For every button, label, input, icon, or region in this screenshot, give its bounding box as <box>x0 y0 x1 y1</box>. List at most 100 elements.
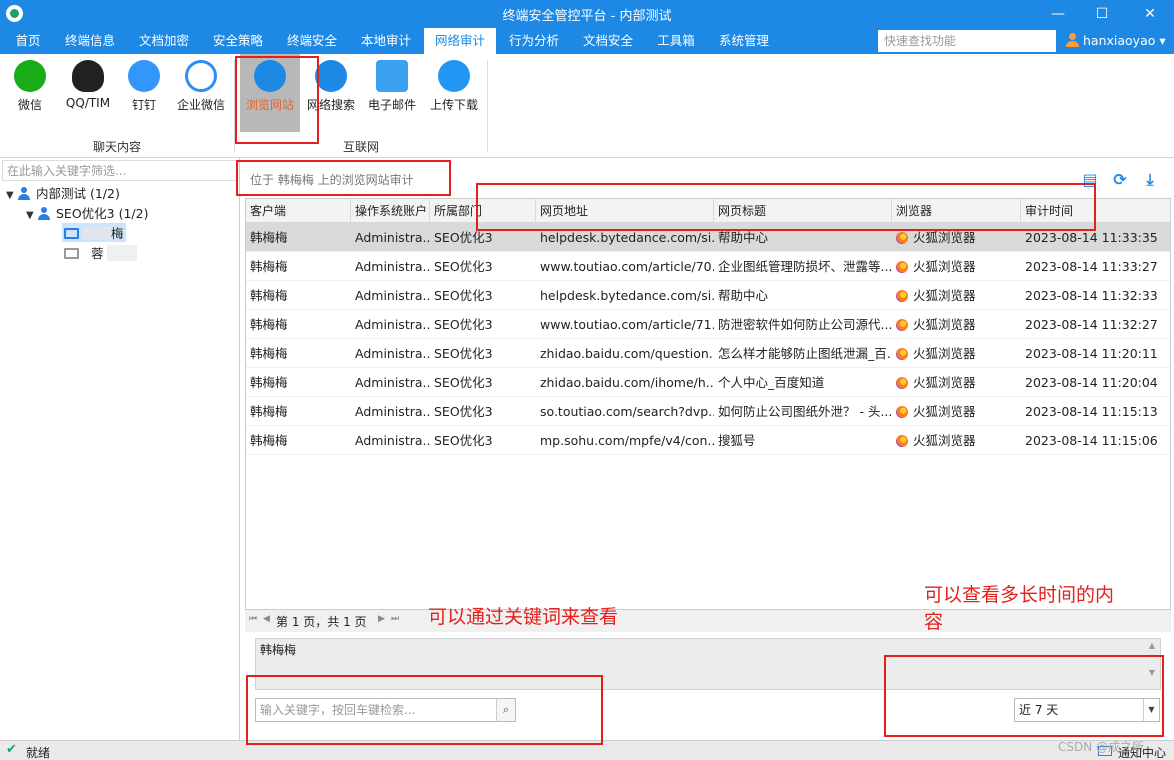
menu-system-admin[interactable]: 系统管理 <box>708 28 780 54</box>
table-row[interactable]: 韩梅梅 Administra... SEO优化3 www.toutiao.com/ar… <box>246 310 1170 339</box>
menu-terminal-security[interactable]: 终端安全 <box>276 28 348 54</box>
cell-audit-time: 2023-08-14 11:15:13 <box>1021 397 1170 426</box>
annotation-box-location <box>236 160 451 196</box>
cell-department: SEO优化3 <box>430 339 536 368</box>
cell-client-text: 韩梅梅 <box>250 404 288 419</box>
next-page-icon[interactable]: ▶ <box>378 614 385 624</box>
wechat-button[interactable]: 微信 <box>10 54 50 132</box>
cell-client-text: 韩梅梅 <box>250 375 288 390</box>
cell-os-account: Administra... <box>351 223 430 252</box>
cell-client: 韩梅梅 <box>246 310 351 339</box>
cell-department: SEO优化3 <box>430 368 536 397</box>
export-download-icon[interactable]: ⤓ <box>1141 171 1159 189</box>
dingtalk-button[interactable]: 钉钉 <box>124 54 164 132</box>
quick-search-input[interactable]: 快速查找功能 <box>878 30 1056 52</box>
expand-arrow-icon[interactable]: ▼ <box>6 190 18 201</box>
menu-toolbox[interactable]: 工具箱 <box>646 28 706 54</box>
menu-doc-security[interactable]: 文档安全 <box>572 28 644 54</box>
dingtalk-label: 钉钉 <box>131 98 156 112</box>
table-row[interactable]: 韩梅梅 Administra... SEO优化3 www.toutiao.com/ar… <box>246 252 1170 281</box>
table-row[interactable]: 韩梅梅 Administra... SEO优化3 zhidao.baidu.com/q… <box>246 339 1170 368</box>
cell-client: 韩梅梅 <box>246 252 351 281</box>
cell-department: SEO优化3 <box>430 426 536 455</box>
cell-url-text: so.toutiao.com/search?dvp... <box>540 404 714 419</box>
qq-tim-button[interactable]: QQ/TIM <box>60 54 116 132</box>
table-row[interactable]: 韩梅梅 Administra... SEO优化3 mp.sohu.com/mpfe/v… <box>246 426 1170 455</box>
ribbon-toolbar: 微信 QQ/TIM 钉钉 企业微信 聊天内容 浏览网站 网络搜索 电子邮件 上传… <box>0 54 1174 158</box>
tree-filter-input[interactable]: 在此输入关键字筛选... <box>2 160 238 181</box>
cell-browser-text: 火狐浏览器 <box>913 317 976 332</box>
cell-page-title: 企业图纸管理防损坏、泄露等... <box>714 252 892 281</box>
cell-audit-time-text: 2023-08-14 11:15:06 <box>1025 433 1158 448</box>
first-page-icon[interactable]: ⏮ <box>249 614 257 624</box>
menu-network-audit[interactable]: 网络审计 <box>424 28 496 54</box>
expand-arrow-icon[interactable]: ▼ <box>26 210 38 221</box>
last-page-icon[interactable]: ⏭ <box>391 614 399 624</box>
cell-client: 韩梅梅 <box>246 397 351 426</box>
cell-department-text: SEO优化3 <box>434 346 493 361</box>
cell-page-title-text: 帮助中心 <box>718 230 769 245</box>
blurred-name <box>107 245 138 261</box>
column-header-client[interactable]: 客户端 <box>246 199 351 223</box>
cell-browser: 火狐浏览器 <box>892 339 1021 368</box>
cell-os-account-text: Administra... <box>355 375 430 390</box>
maximize-button[interactable]: ☐ <box>1089 3 1115 25</box>
cell-os-account: Administra... <box>351 252 430 281</box>
tree-node-seo3[interactable]: ▼ SEO优化3 (1/2) <box>26 203 148 222</box>
pager-bar: ⏮ ◀ 第 1 页，共 1 页 ▶ ⏭ <box>245 610 1171 632</box>
cell-url: www.toutiao.com/article/71... <box>536 310 714 339</box>
wecom-button[interactable]: 企业微信 <box>174 54 228 132</box>
column-header-os-account[interactable]: 操作系统账户 <box>351 199 430 223</box>
cell-audit-time: 2023-08-14 11:20:04 <box>1021 368 1170 397</box>
user-menu[interactable]: hanxiaoyao ▾ <box>1066 33 1166 48</box>
cell-os-account-text: Administra... <box>355 404 430 419</box>
page-info: 第 1 页，共 1 页 <box>276 615 367 629</box>
close-button[interactable]: ✕ <box>1137 3 1163 25</box>
tree-node-label: 梅 <box>110 226 124 241</box>
cell-os-account: Administra... <box>351 426 430 455</box>
title-bar: 终端安全管控平台 - 内部测试 — ☐ ✕ <box>0 0 1174 28</box>
refresh-icon[interactable]: ⟳ <box>1111 171 1129 189</box>
cell-department: SEO优化3 <box>430 281 536 310</box>
email-label: 电子邮件 <box>367 98 416 112</box>
audit-table: 客户端 操作系统账户 所属部门 网页地址 网页标题 浏览器 审计时间 韩梅梅 Ad… <box>245 198 1171 610</box>
cell-browser-text: 火狐浏览器 <box>913 288 976 303</box>
minimize-button[interactable]: — <box>1045 3 1071 25</box>
cell-browser: 火狐浏览器 <box>892 252 1021 281</box>
firefox-icon <box>896 406 908 418</box>
annotation-box-range <box>884 655 1164 737</box>
table-row[interactable]: 韩梅梅 Administra... SEO优化3 helpdesk.bytedance… <box>246 281 1170 310</box>
blurred-name <box>82 227 111 239</box>
cell-department: SEO优化3 <box>430 252 536 281</box>
cell-page-title-text: 帮助中心 <box>718 288 769 303</box>
table-row[interactable]: 韩梅梅 Administra... SEO优化3 so.toutiao.com/sea… <box>246 397 1170 426</box>
cell-browser: 火狐浏览器 <box>892 397 1021 426</box>
table-row[interactable]: 韩梅梅 Administra... SEO优化3 zhidao.baidu.com/i… <box>246 368 1170 397</box>
tree-node-terminal-online[interactable]: 梅 <box>62 223 126 242</box>
tree-node-terminal-offline[interactable]: 蓉 <box>62 243 139 262</box>
upload-download-button[interactable]: 上传下载 <box>426 54 482 132</box>
menu-doc-encrypt[interactable]: 文档加密 <box>128 28 200 54</box>
firefox-icon <box>896 261 908 273</box>
cell-os-account-text: Administra... <box>355 317 430 332</box>
cell-page-title-text: 怎么样才能够防止图纸泄漏_百... <box>718 346 892 361</box>
cell-audit-time-text: 2023-08-14 11:33:27 <box>1025 259 1158 274</box>
cell-page-title-text: 搜狐号 <box>718 433 756 448</box>
cell-url-text: helpdesk.bytedance.com/si... <box>540 230 714 245</box>
cell-url: helpdesk.bytedance.com/si... <box>536 281 714 310</box>
menu-home[interactable]: 首页 <box>4 28 52 54</box>
menu-behavior-analysis[interactable]: 行为分析 <box>498 28 570 54</box>
menu-local-audit[interactable]: 本地审计 <box>350 28 422 54</box>
cell-client: 韩梅梅 <box>246 368 351 397</box>
cell-department-text: SEO优化3 <box>434 433 493 448</box>
menu-terminal-info[interactable]: 终端信息 <box>54 28 126 54</box>
cell-page-title: 搜狐号 <box>714 426 892 455</box>
email-button[interactable]: 电子邮件 <box>364 54 420 132</box>
prev-page-icon[interactable]: ◀ <box>263 614 270 624</box>
menu-security-policy[interactable]: 安全策略 <box>202 28 274 54</box>
tree-node-internal-test[interactable]: ▼ 内部测试 (1/2) <box>6 183 120 202</box>
cell-url: so.toutiao.com/search?dvp... <box>536 397 714 426</box>
wechat-icon <box>14 60 46 92</box>
cloud-transfer-icon <box>438 60 470 92</box>
cell-browser: 火狐浏览器 <box>892 310 1021 339</box>
